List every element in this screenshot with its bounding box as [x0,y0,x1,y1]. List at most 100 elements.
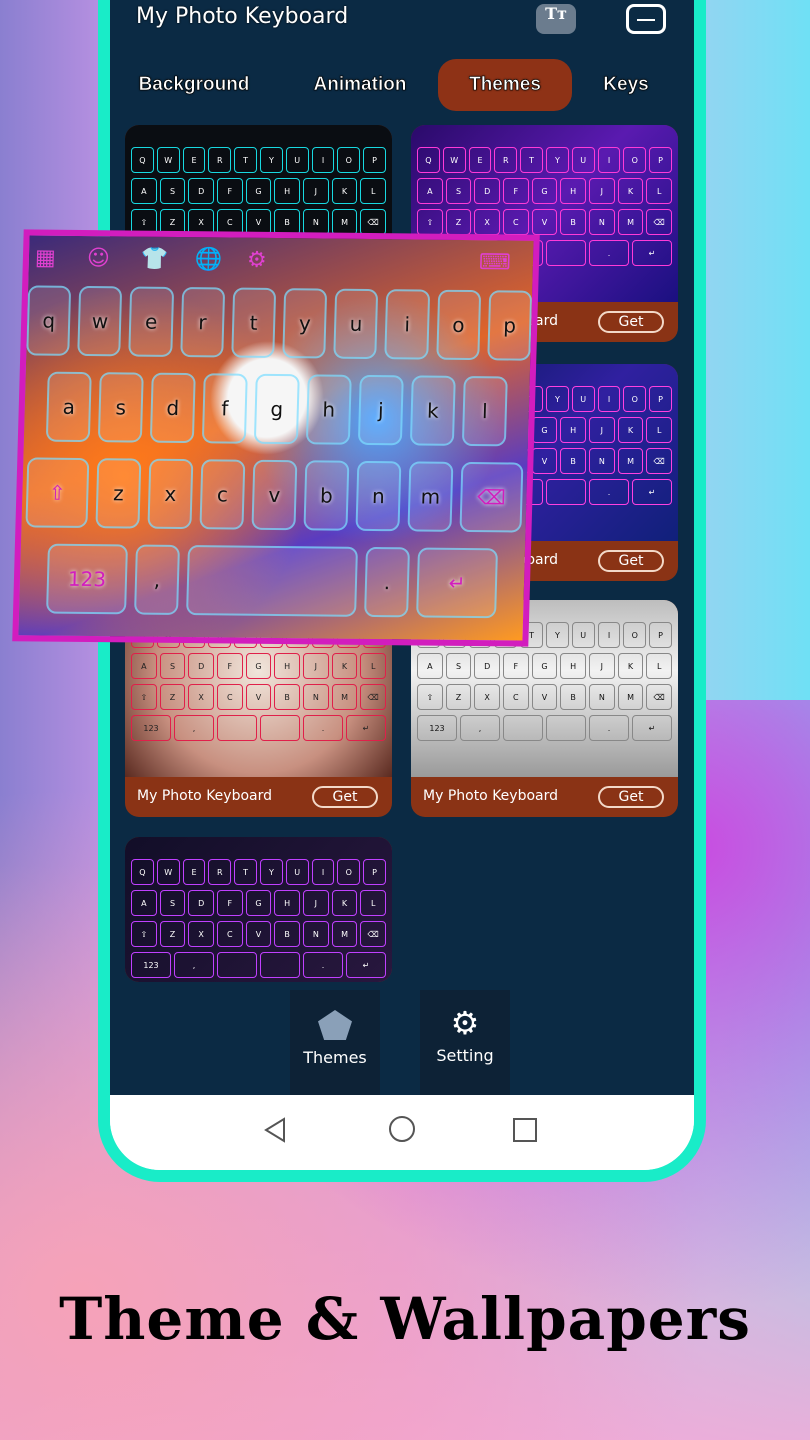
thumbnail-key: O [623,147,647,173]
thumbnail-key: E [468,147,492,173]
nav-setting[interactable]: ⚙ Setting [420,990,510,1095]
thumbnail-key: Y [260,859,283,885]
preview-key: l [461,375,508,447]
thumbnail-key: X [474,209,500,235]
recents-icon[interactable] [510,1115,540,1145]
back-icon[interactable] [260,1115,290,1145]
thumbnail-key: K [331,178,358,204]
thumbnail-key: ⌫ [646,684,673,710]
tab-background[interactable]: Background [124,59,264,111]
thumbnail-key: O [337,147,361,173]
key-row: QWERTYUIOP [131,147,386,173]
thumbnail-key: ⇧ [130,684,157,710]
thumbnail-key: . [589,715,629,741]
thumbnail-key: T [234,147,257,173]
menu-icon[interactable] [626,4,666,34]
thumbnail-key: H [274,178,301,204]
key-row: QWERTYUIOP [417,147,672,173]
thumbnail-key: I [311,147,335,173]
preview-key-row: asdfghjkl [24,371,530,447]
thumbnail-key: ↵ [632,479,672,505]
thumbnail-key: G [245,178,272,204]
thumbnail-key: O [623,622,647,648]
home-pentagon-icon [318,1010,352,1040]
thumbnail-key: W [156,859,180,885]
thumbnail-key: L [646,653,673,679]
preview-key-row: qwertyuiop [26,285,533,361]
get-button[interactable]: Get [312,786,378,808]
tab-keys[interactable]: Keys [586,59,666,111]
thumbnail-key: L [360,653,387,679]
thumbnail-key [546,240,586,266]
system-nav-bar [110,1095,694,1170]
preview-key: ↵ [416,547,499,619]
nav-themes[interactable]: Themes [290,990,380,1095]
globe-icon: 🌐 [194,247,223,273]
thumbnail-key: ⌫ [360,921,387,947]
thumbnail-key: Q [417,147,440,173]
key-row: ASDFGHJKL [130,890,387,916]
get-button[interactable]: Get [598,311,664,333]
emoji-icon: ☺ [86,246,111,272]
thumbnail-key: ⇧ [130,921,157,947]
thumbnail-key: L [360,890,387,916]
home-icon[interactable] [386,1113,418,1145]
get-button[interactable]: Get [598,786,664,808]
thumbnail-key: H [274,890,301,916]
keyboard-hide-icon: ⌨ [478,250,512,276]
theme-card[interactable]: Q W E R T Y U I O P A S D F G H J K L ⇧ Z X C V B N M ⌫ 123,. ↵ [125,837,392,982]
thumbnail-key: O [337,859,361,885]
thumbnail-key: U [571,386,595,412]
thumbnail-key: 123 [417,715,457,741]
preview-key: o [435,289,482,361]
thumbnail-key: ↵ [346,952,386,978]
promo-caption: Theme & Wallpapers [59,1285,751,1353]
preview-key: m [407,461,454,532]
thumbnail-key: Y [546,622,569,648]
preview-key: q [26,285,72,356]
thumbnail-key: J [589,417,615,443]
thumbnail-key: G [245,890,272,916]
thumbnail-key: B [560,448,587,474]
preview-key: ⌫ [459,461,524,533]
thumbnail-key: F [217,890,243,916]
thumbnail-key: B [560,209,587,235]
get-button[interactable]: Get [598,550,664,572]
thumbnail-key: D [188,890,214,916]
font-size-icon[interactable]: Tт [536,4,576,34]
thumbnail-key: K [331,653,358,679]
thumbnail-key: W [442,147,466,173]
thumbnail-key: F [217,178,243,204]
tab-themes[interactable]: Themes [438,59,572,111]
thumbnail-key: V [531,448,558,474]
tab-bar: Background Animation Themes Keys [110,59,694,111]
key-row: ASDFGHJKL [130,653,387,679]
thumbnail-key: H [560,178,587,204]
thumbnail-key: K [617,653,644,679]
thumbnail-key: M [331,684,358,710]
key-row: 123,.↵ [417,715,672,741]
preview-key: . [364,546,410,618]
thumbnail-key: Z [159,684,186,710]
thumbnail-key: L [360,178,387,204]
thumbnail-key: S [159,178,186,204]
settings-icon: ⚙ [246,247,268,273]
preview-key: u [333,288,379,360]
thumbnail-key: L [646,178,673,204]
thumbnail-key: U [285,147,309,173]
thumbnail-key: X [188,921,214,947]
preview-key: c [199,459,246,530]
tab-animation[interactable]: Animation [300,59,420,111]
thumbnail-key: G [531,178,558,204]
thumbnail-key: . [303,715,343,741]
card-title: My Photo Keyboard [137,788,273,804]
preview-key: d [149,372,196,444]
thumbnail-key: ⇧ [416,209,443,235]
preview-key: z [95,458,142,529]
thumbnail-key: S [159,653,186,679]
gear-icon: ⚙ [450,1004,480,1042]
thumbnail-key: ⌫ [360,684,387,710]
preview-key: k [409,375,456,446]
thumbnail-key: K [617,178,644,204]
preview-key: ⇧ [25,457,90,529]
